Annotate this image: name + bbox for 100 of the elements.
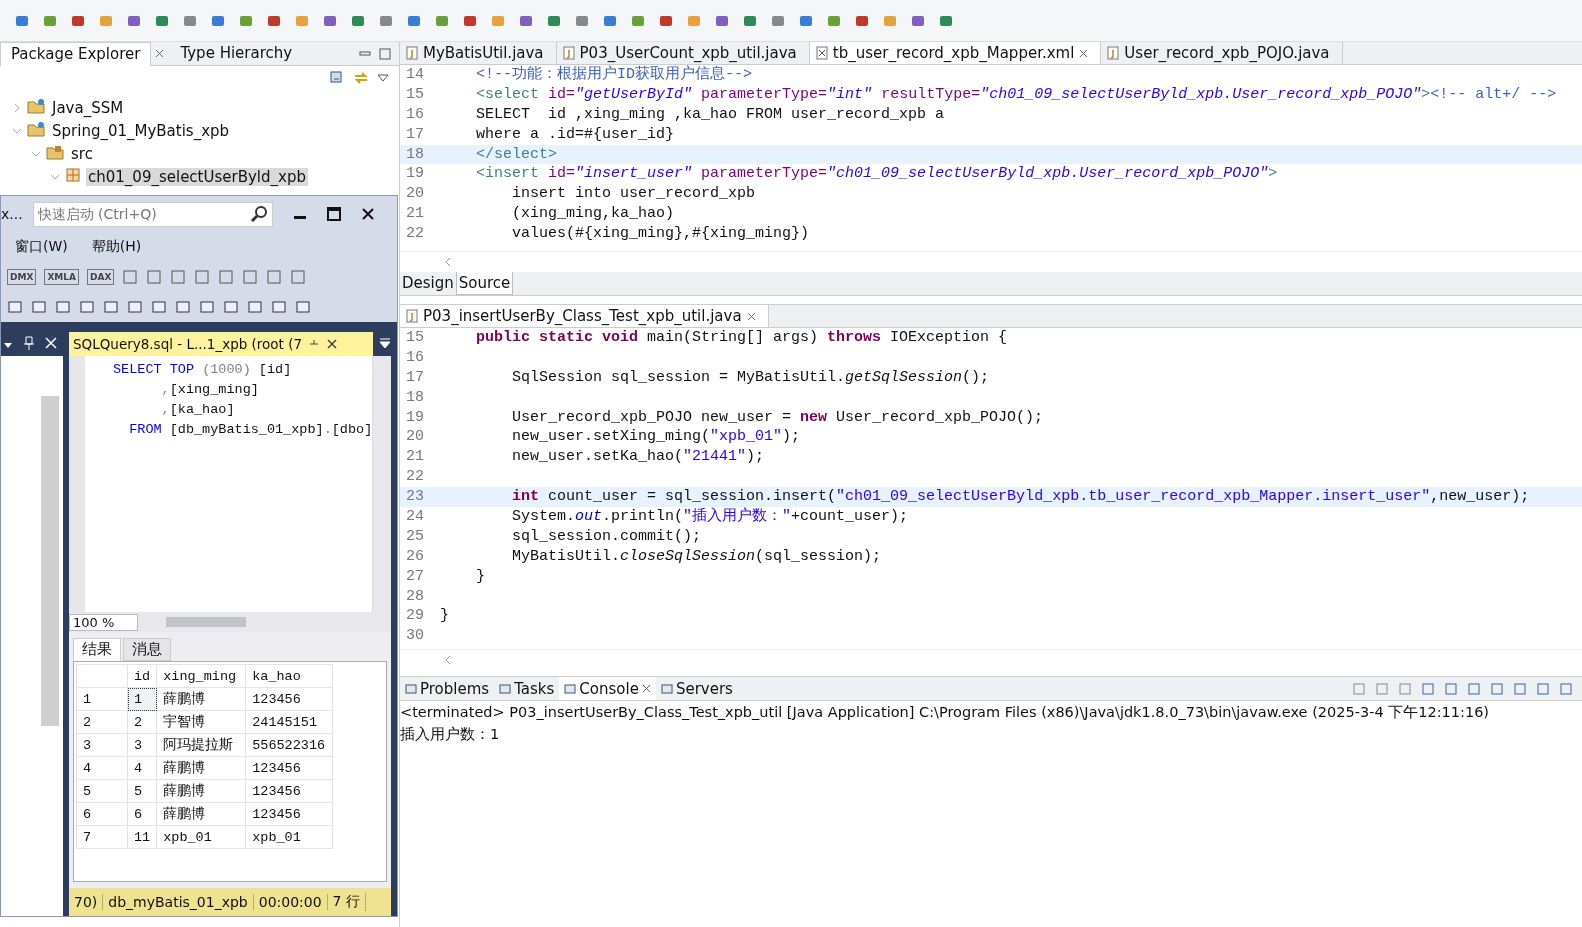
- code-line: sql_session.commit();: [511, 526, 702, 547]
- table-cell: 宇智博: [156, 710, 246, 734]
- view-tab[interactable]: Design: [400, 272, 456, 295]
- table-cell: 556522316: [245, 733, 333, 757]
- console-tool-icon[interactable]: [1559, 681, 1573, 696]
- tree-item[interactable]: ch01_09_selectUserByld_xpb: [86, 167, 308, 186]
- editor-tab[interactable]: P03_insertUserBy_Class_Test_xpb_util.java: [400, 305, 769, 327]
- toolbar-icon[interactable]: [223, 299, 239, 315]
- code-line: new_user.setXing_ming("xpb_01");: [511, 427, 801, 448]
- table-cell: 123456: [245, 802, 333, 826]
- view-icon: [564, 682, 577, 695]
- pin-icon[interactable]: [23, 335, 35, 353]
- view-tab[interactable]: Tasks: [494, 679, 560, 698]
- code-line: <!--功能：根据用户ID获取用户信息-->: [475, 65, 753, 85]
- toolbar-icon[interactable]: [290, 269, 307, 285]
- toolbar-icon[interactable]: [103, 299, 119, 315]
- scrollbar[interactable]: [166, 617, 246, 627]
- toolbar-icon[interactable]: [266, 269, 283, 285]
- toolbar-icon[interactable]: [175, 299, 191, 315]
- java-file-icon: [406, 46, 418, 60]
- line-number: 18: [405, 387, 425, 408]
- view-tab[interactable]: Source: [455, 272, 514, 295]
- toolbar-button[interactable]: XMLA: [44, 269, 79, 285]
- toolbar-icon[interactable]: [7, 299, 23, 315]
- toolbar-icon[interactable]: [271, 299, 287, 315]
- java-file-icon: [562, 46, 575, 60]
- close-icon[interactable]: [326, 338, 339, 350]
- table-cell: 4: [127, 756, 157, 780]
- toolbar-icon[interactable]: [194, 269, 211, 285]
- tree-item[interactable]: src: [69, 144, 95, 163]
- console-tool-icon[interactable]: [1444, 681, 1458, 696]
- toolbar-icon[interactable]: [146, 269, 163, 285]
- toolbar-icon[interactable]: [151, 299, 167, 315]
- console-tool-icon[interactable]: [1375, 681, 1389, 696]
- toolbar-icon[interactable]: [247, 299, 263, 315]
- code-line: (xing_ming,ka_hao): [511, 204, 675, 225]
- toolbar-icon[interactable]: [79, 299, 95, 315]
- line-number: 27: [405, 566, 425, 587]
- console-header: <terminated> P03_insertUserBy_Class_Test_xpb_util [Java Application] C:\Program Files (x86)\Java\jdk1.8.0_73\bin\javaw.exe (2025-3-4 下午12:11:16): [400, 703, 1491, 722]
- view-tab[interactable]: Type Hierarchy: [170, 42, 303, 65]
- toolbar-button[interactable]: DAX: [87, 269, 115, 285]
- toolbar-icon[interactable]: [55, 299, 71, 315]
- result-tab[interactable]: 结果: [73, 638, 121, 661]
- table-cell: 薛鹏博: [156, 687, 246, 711]
- tree-item[interactable]: Spring_01_MyBatis_xpb: [50, 121, 232, 140]
- view-tab[interactable]: Console: [559, 677, 656, 700]
- row-number: 3: [76, 733, 128, 757]
- console-tool-icon[interactable]: [1536, 681, 1550, 696]
- toolbar-button[interactable]: DMX: [7, 269, 37, 285]
- row-number: 1: [76, 687, 128, 711]
- toolbar-icon[interactable]: [170, 269, 187, 285]
- quick-launch-field[interactable]: 快速启动 (Ctrl+Q): [32, 201, 273, 227]
- close-icon[interactable]: [360, 207, 375, 221]
- toolbar-icon[interactable]: [199, 299, 215, 315]
- tree-item[interactable]: Java_SSM: [50, 98, 126, 117]
- scrollbar[interactable]: [41, 396, 59, 726]
- toolbar-icon[interactable]: [218, 269, 235, 285]
- toolbar-icon[interactable]: [31, 299, 47, 315]
- line-number: 20: [405, 184, 425, 205]
- status-text: 7 行: [327, 893, 366, 911]
- table-cell: 阿玛提拉斯: [156, 733, 246, 757]
- line-number: 21: [405, 447, 425, 468]
- toolbar-icon[interactable]: [127, 299, 143, 315]
- code-line: <insert id="insert_user" parameterType="ch01_09_selectUserByld_xpb.User_record_xpb_POJO">: [475, 164, 1278, 185]
- view-tab[interactable]: Package Explorer: [0, 41, 152, 66]
- console-tool-icon[interactable]: [1352, 681, 1366, 696]
- console-tool-icon[interactable]: [1490, 681, 1504, 696]
- view-icon: [405, 682, 417, 695]
- view-tab[interactable]: Servers: [655, 679, 738, 698]
- link-icon[interactable]: [353, 70, 369, 86]
- console-tool-icon[interactable]: [1398, 681, 1412, 696]
- editor-tab[interactable]: tb_user_record_xpb_Mapper.xml: [809, 42, 1102, 64]
- zoom-dropdown[interactable]: 100 %: [69, 613, 138, 631]
- view-tab[interactable]: Problems: [400, 679, 495, 698]
- project-folder-icon: [27, 98, 45, 117]
- console-output: 插入用户数：1: [400, 725, 501, 744]
- toolbar-icon[interactable]: [122, 269, 139, 285]
- console-tool-icon[interactable]: [1467, 681, 1481, 696]
- editor-tab[interactable]: P03_UserCount_xpb_util.java: [556, 42, 810, 64]
- scrollbar[interactable]: [372, 356, 391, 612]
- maximize-icon[interactable]: [326, 207, 341, 221]
- line-number: 15: [405, 84, 425, 105]
- line-number: 29: [405, 606, 425, 627]
- toolbar-icon[interactable]: [295, 299, 311, 315]
- code-line: SELECT id ,xing_ming ,ka_hao FROM user_record_xpb a: [475, 104, 945, 125]
- chevron-icon[interactable]: [12, 102, 22, 113]
- editor-tab[interactable]: MyBatisUtil.java: [400, 42, 557, 64]
- editor-tab[interactable]: User_record_xpb_POJO.java: [1101, 42, 1343, 64]
- line-number: 30: [405, 626, 425, 647]
- console-tool-icon[interactable]: [1421, 681, 1435, 696]
- console-tool-icon[interactable]: [1513, 681, 1527, 696]
- collapse-all-icon[interactable]: [329, 70, 345, 86]
- toolbar-icon[interactable]: [242, 269, 259, 285]
- menu-item[interactable]: 窗口(W): [15, 238, 68, 256]
- query-tab[interactable]: SQLQuery8.sql - L...1_xpb (root (7: [69, 332, 373, 356]
- table-cell: xpb_01: [156, 825, 246, 849]
- line-number: 16: [405, 347, 425, 368]
- row-number: 6: [76, 802, 128, 826]
- result-tab[interactable]: 消息: [123, 638, 171, 661]
- menu-item[interactable]: 帮助(H): [91, 238, 142, 256]
